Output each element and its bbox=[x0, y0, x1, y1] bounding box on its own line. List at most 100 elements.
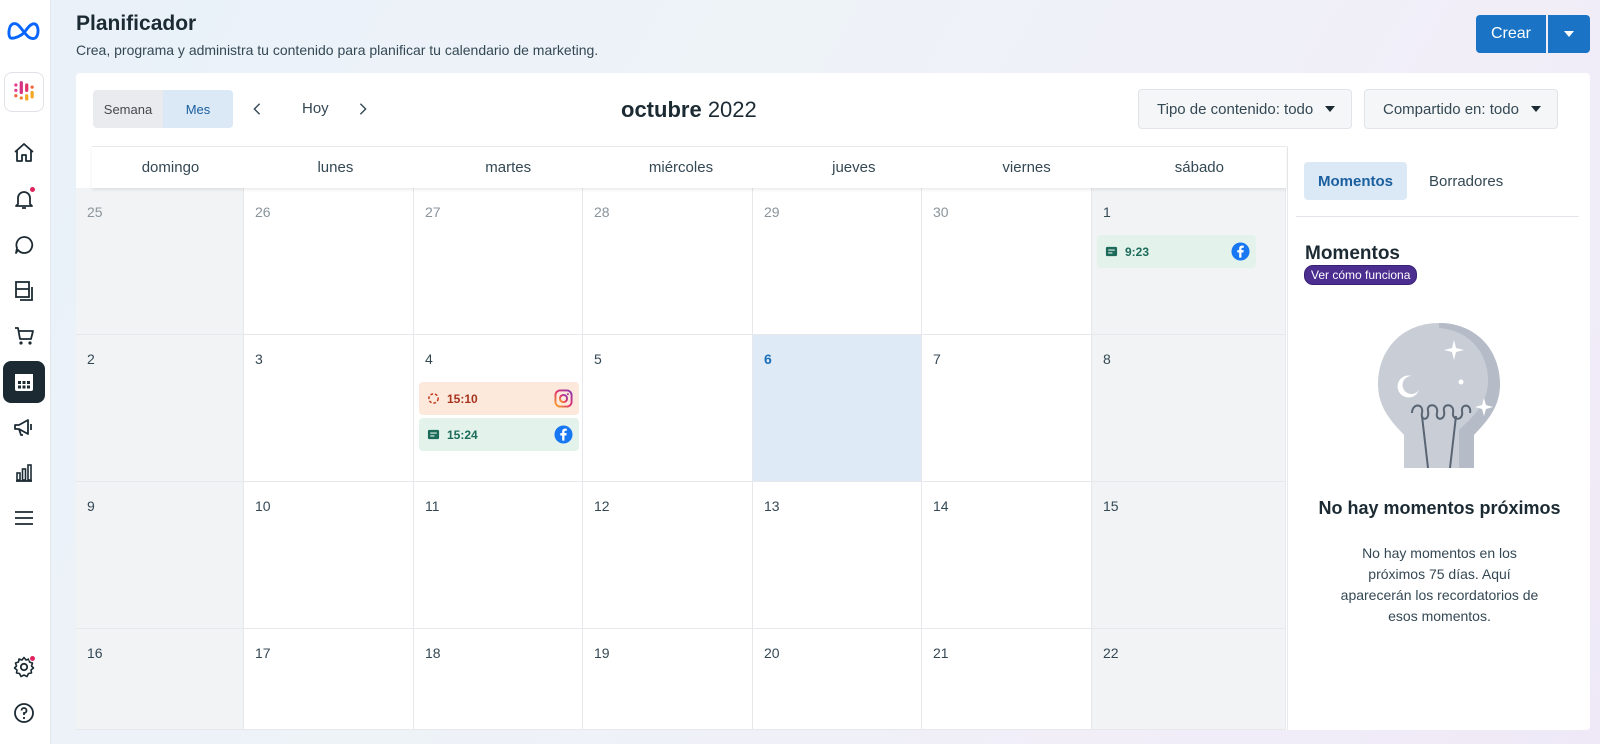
content-pages-icon[interactable] bbox=[3, 270, 45, 312]
day-number: 18 bbox=[425, 645, 441, 661]
calendar-day-cell[interactable]: 22 bbox=[1092, 629, 1286, 730]
month-view-button[interactable]: Mes bbox=[163, 90, 233, 128]
content-type-filter[interactable]: Tipo de contenido: todo bbox=[1138, 89, 1353, 129]
calendar-day-cell[interactable]: 12 bbox=[583, 482, 753, 629]
calendar-day-cell[interactable]: 13 bbox=[753, 482, 922, 629]
day-number: 17 bbox=[255, 645, 271, 661]
meta-logo-icon[interactable] bbox=[3, 10, 45, 52]
scheduled-post-event[interactable]: 15:24 bbox=[419, 418, 579, 451]
event-time: 15:24 bbox=[447, 427, 478, 442]
help-icon[interactable] bbox=[3, 692, 45, 734]
weekday-label: miércoles bbox=[648, 159, 714, 176]
day-number: 7 bbox=[933, 351, 941, 367]
calendar-day-cell[interactable]: 18 bbox=[414, 629, 583, 730]
day-number: 29 bbox=[764, 204, 780, 220]
today-button[interactable]: Hoy bbox=[302, 100, 329, 117]
calendar-day-cell[interactable]: 25 bbox=[76, 188, 244, 335]
calendar-day-cell[interactable]: 15 bbox=[1092, 482, 1286, 629]
calendar-day-cell[interactable]: 16 bbox=[76, 629, 244, 730]
calendar-day-cell[interactable]: 11 bbox=[414, 482, 583, 629]
inbox-chat-icon[interactable] bbox=[3, 224, 45, 266]
year-label: 2022 bbox=[707, 97, 757, 122]
empty-state-text: No hay momentos en los próximos 75 días.… bbox=[1340, 545, 1539, 624]
day-number: 27 bbox=[425, 204, 441, 220]
day-number: 2 bbox=[87, 351, 95, 367]
insights-bar-chart-icon[interactable] bbox=[3, 452, 45, 494]
post-icon bbox=[427, 428, 441, 442]
notification-dot bbox=[29, 186, 36, 193]
calendar-day-cell[interactable]: 1 9:23 bbox=[1092, 188, 1286, 335]
weekday-label: sábado bbox=[1174, 159, 1224, 176]
create-button[interactable]: Crear bbox=[1476, 15, 1546, 53]
settings-gear-icon[interactable] bbox=[3, 646, 45, 688]
how-it-works-link[interactable]: Ver cómo funciona bbox=[1304, 265, 1418, 285]
weekday-label: martes bbox=[485, 159, 532, 176]
calendar-day-cell[interactable]: 20 bbox=[753, 629, 922, 730]
calendar-day-cell[interactable]: 14 bbox=[922, 482, 1092, 629]
shared-on-filter[interactable]: Compartido en: todo bbox=[1364, 89, 1558, 129]
tab-drafts[interactable]: Borradores bbox=[1415, 162, 1517, 200]
calendar-day-cell[interactable]: 28 bbox=[583, 188, 753, 335]
week-view-button[interactable]: Semana bbox=[93, 90, 163, 128]
calendar-day-cell[interactable]: 26 bbox=[244, 188, 414, 335]
calendar-day-cell[interactable]: 29 bbox=[753, 188, 922, 335]
weekday-label: jueves bbox=[832, 159, 876, 176]
chevron-down-icon bbox=[1564, 31, 1574, 37]
planner-card: Semana Mes Hoy octubre 2022 Tipo de cont… bbox=[76, 73, 1590, 730]
day-number: 5 bbox=[594, 351, 602, 367]
current-month-title: octubre 2022 bbox=[621, 97, 757, 123]
day-number: 26 bbox=[255, 204, 271, 220]
page-title: Planificador bbox=[76, 12, 197, 35]
previous-month-button[interactable] bbox=[248, 100, 266, 118]
day-number: 28 bbox=[594, 204, 610, 220]
scheduled-post-event[interactable]: 15:10 bbox=[419, 382, 579, 415]
calendar-day-cell[interactable]: 9 bbox=[76, 482, 244, 629]
day-number: 14 bbox=[933, 498, 949, 514]
month-calendar: domingo lunes martes miércoles jueves vi… bbox=[76, 146, 1286, 730]
calendar-day-cell[interactable]: 2 bbox=[76, 335, 244, 482]
calendar-day-cell[interactable]: 8 bbox=[1092, 335, 1286, 482]
day-number: 6 bbox=[764, 351, 772, 367]
menu-hamburger-icon[interactable] bbox=[3, 497, 45, 539]
day-number: 9 bbox=[87, 498, 95, 514]
post-icon bbox=[1105, 245, 1119, 259]
scheduled-post-event[interactable]: 9:23 bbox=[1097, 235, 1256, 268]
chevron-right-icon bbox=[359, 103, 367, 115]
calendar-day-cell[interactable]: 21 bbox=[922, 629, 1092, 730]
empty-state-title: No hay momentos próximos bbox=[1318, 498, 1561, 518]
calendar-day-cell[interactable]: 6 bbox=[753, 335, 922, 482]
side-tabs: Momentos Borradores bbox=[1304, 162, 1517, 200]
chevron-left-icon bbox=[253, 103, 261, 115]
tab-moments[interactable]: Momentos bbox=[1304, 162, 1407, 200]
create-options-button[interactable] bbox=[1548, 15, 1590, 53]
calendar-day-cell[interactable]: 10 bbox=[244, 482, 414, 629]
day-number: 20 bbox=[764, 645, 780, 661]
shared-on-filter-label: Compartido en: todo bbox=[1383, 100, 1519, 118]
calendar-day-cell[interactable]: 19 bbox=[583, 629, 753, 730]
calendar-day-cell[interactable]: 3 bbox=[244, 335, 414, 482]
moments-panel: Momentos Borradores Momentos Ver cómo fu… bbox=[1287, 146, 1590, 730]
calendar-day-cell[interactable]: 5 bbox=[583, 335, 753, 482]
day-number: 30 bbox=[933, 204, 949, 220]
calendar-day-cell[interactable]: 27 bbox=[414, 188, 583, 335]
home-icon[interactable] bbox=[3, 132, 45, 174]
ads-megaphone-icon[interactable] bbox=[3, 406, 45, 448]
calendar-grid: 25 26 27 28 29 30 1 9:23 2 3 4 15:10 15:24 5 6 7 8 9 10 11 1… bbox=[76, 188, 1286, 730]
next-month-button[interactable] bbox=[354, 100, 372, 118]
facebook-icon bbox=[554, 425, 573, 444]
planner-calendar-icon[interactable] bbox=[3, 361, 45, 403]
chevron-down-icon bbox=[1325, 106, 1336, 112]
moments-heading: Momentos bbox=[1305, 243, 1400, 264]
day-number: 8 bbox=[1103, 351, 1111, 367]
day-number: 10 bbox=[255, 498, 271, 514]
page-header: Planificador Crea, programa y administra… bbox=[76, 12, 598, 58]
notifications-bell-icon[interactable] bbox=[3, 178, 45, 220]
month-name: octubre bbox=[621, 97, 702, 122]
instagram-icon bbox=[554, 389, 573, 408]
calendar-day-cell[interactable]: 17 bbox=[244, 629, 414, 730]
business-app-icon[interactable] bbox=[4, 72, 44, 112]
shop-cart-icon[interactable] bbox=[3, 315, 45, 357]
calendar-day-cell[interactable]: 7 bbox=[922, 335, 1092, 482]
calendar-day-cell[interactable]: 30 bbox=[922, 188, 1092, 335]
calendar-day-cell[interactable]: 4 15:10 15:24 bbox=[414, 335, 583, 482]
